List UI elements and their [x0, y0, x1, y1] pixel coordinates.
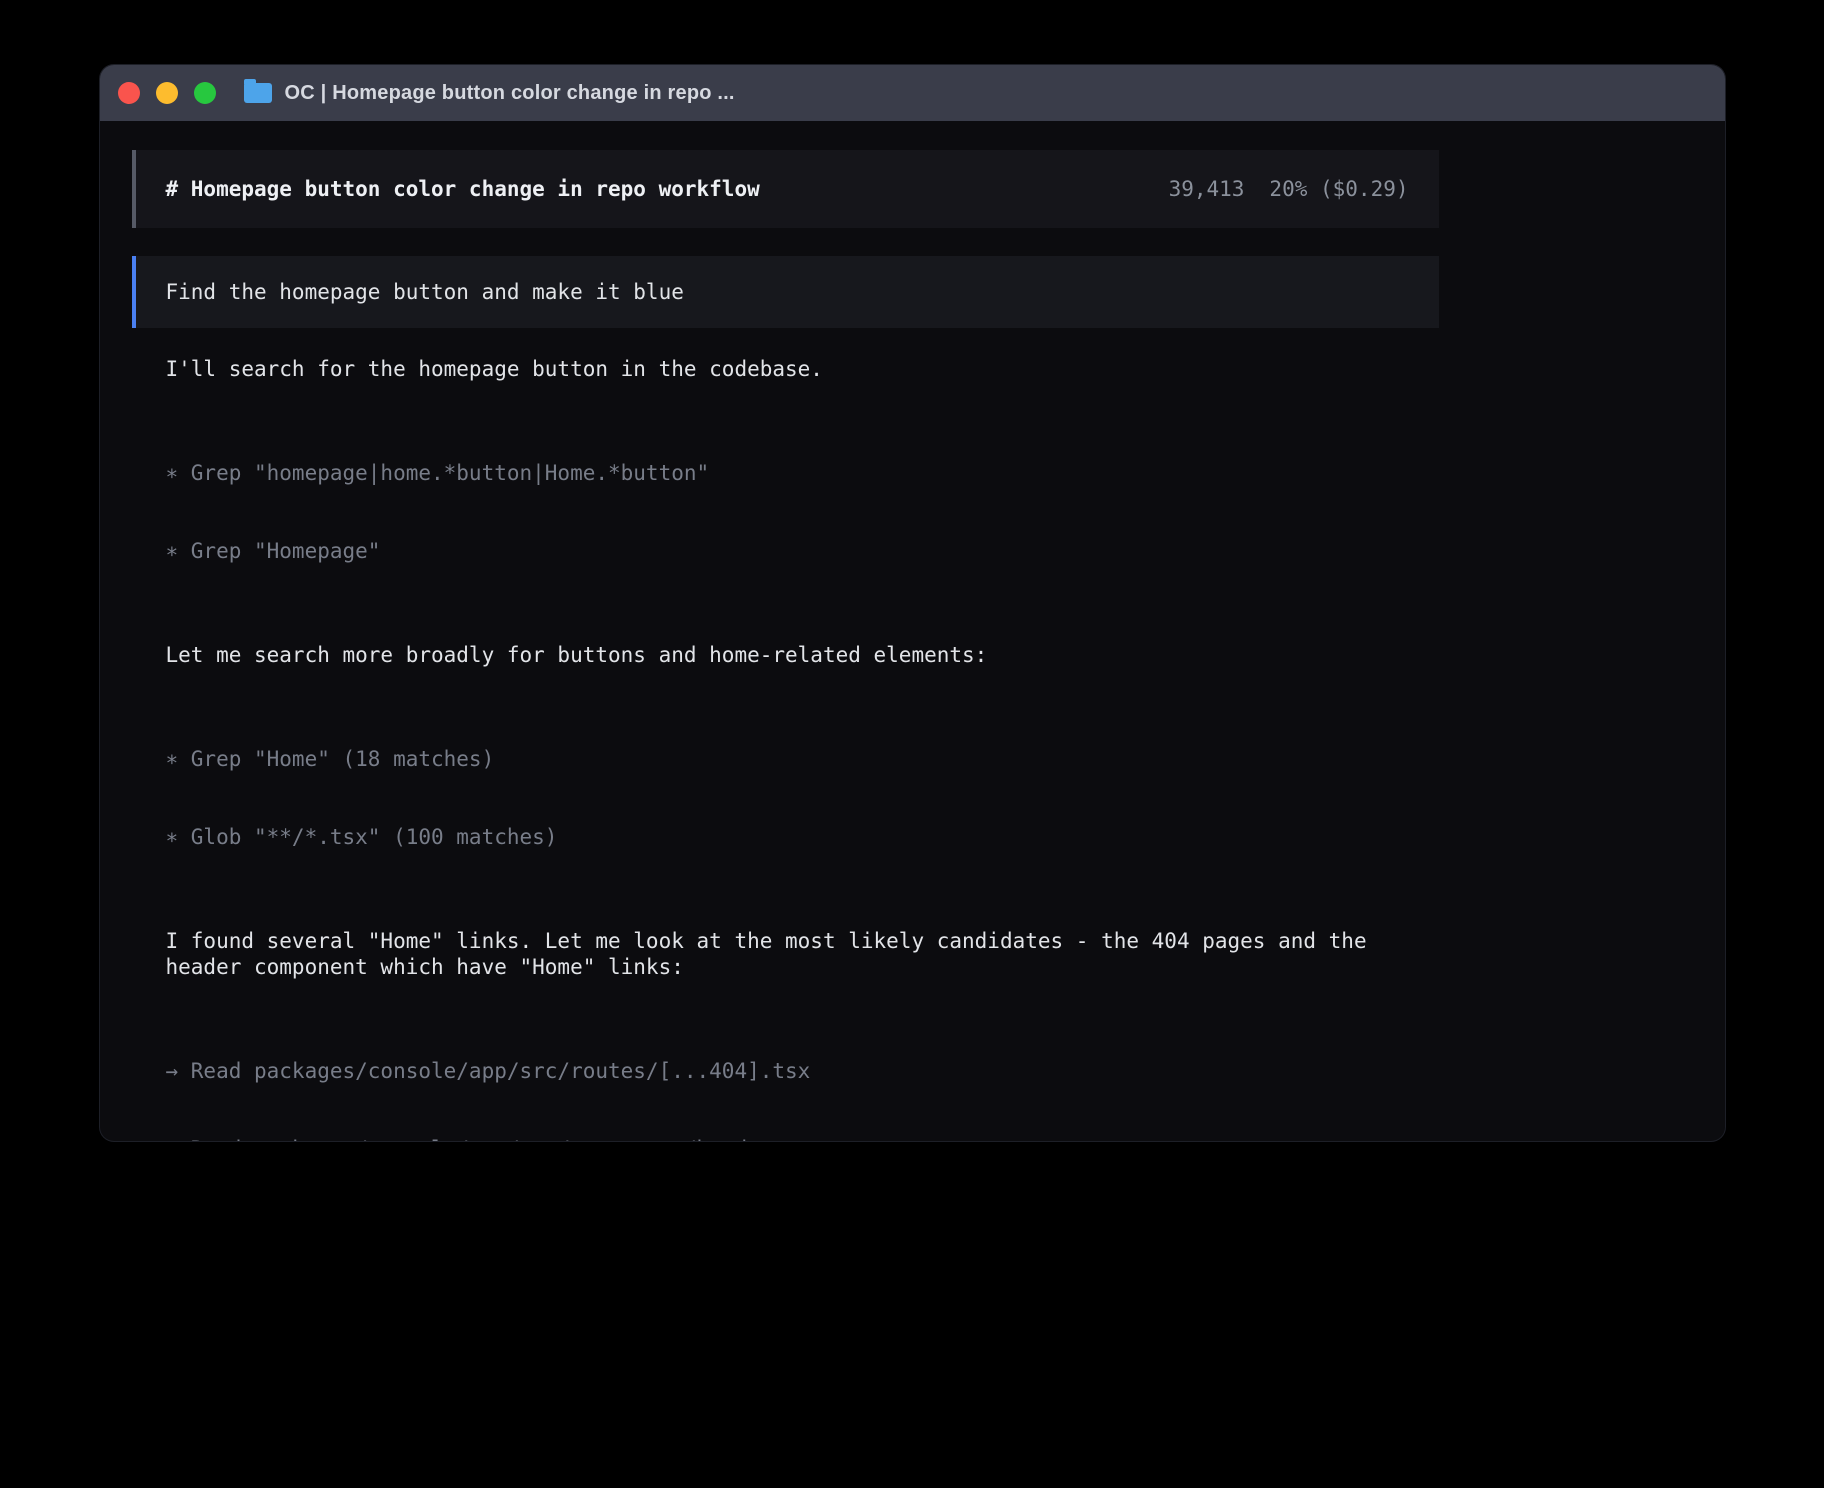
zoom-button[interactable]: [194, 82, 216, 104]
minimize-button[interactable]: [156, 82, 178, 104]
tool-call-group: ∗ Grep "Home" (18 matches) ∗ Glob "**/*.…: [166, 694, 1439, 902]
titlebar[interactable]: OC | Homepage button color change in rep…: [100, 65, 1725, 121]
session-title: # Homepage button color change in repo w…: [166, 176, 760, 202]
session-stats: 39,413 20% ($0.29): [1169, 176, 1409, 202]
assistant-paragraph: I'll search for the homepage button in t…: [166, 356, 1406, 382]
conversation-area[interactable]: I'll search for the homepage button in t…: [132, 356, 1439, 1141]
tool-call-grep: ∗ Grep "homepage|home.*button|Home.*butt…: [166, 460, 1439, 486]
folder-icon: [244, 83, 272, 103]
session-header: # Homepage button color change in repo w…: [132, 150, 1439, 228]
tool-call-grep: ∗ Grep "Home" (18 matches): [166, 746, 1439, 772]
traffic-lights: [118, 82, 216, 104]
tool-call-group: → Read packages/console/app/src/routes/[…: [166, 1006, 1439, 1141]
user-message-text: Find the homepage button and make it blu…: [166, 280, 684, 304]
terminal-window: OC | Homepage button color change in rep…: [100, 65, 1725, 1141]
window-title: OC | Homepage button color change in rep…: [285, 82, 735, 105]
tool-call-read: → Read packages/console/app/src/routes/[…: [166, 1058, 1439, 1084]
context-usage: 20% ($0.29): [1269, 176, 1408, 202]
tool-call-group: ∗ Grep "homepage|home.*button|Home.*butt…: [166, 408, 1439, 616]
tool-call-glob: ∗ Glob "**/*.tsx" (100 matches): [166, 824, 1439, 850]
tool-call-read: → Read packages/console/app/src/componen…: [166, 1136, 1439, 1141]
tool-call-grep: ∗ Grep "Homepage": [166, 538, 1439, 564]
token-count: 39,413: [1169, 176, 1245, 202]
assistant-paragraph: Let me search more broadly for buttons a…: [166, 642, 1406, 668]
terminal-content: # Homepage button color change in repo w…: [132, 121, 1439, 1141]
assistant-paragraph: I found several "Home" links. Let me loo…: [166, 928, 1406, 980]
close-button[interactable]: [118, 82, 140, 104]
user-message: Find the homepage button and make it blu…: [132, 256, 1439, 328]
